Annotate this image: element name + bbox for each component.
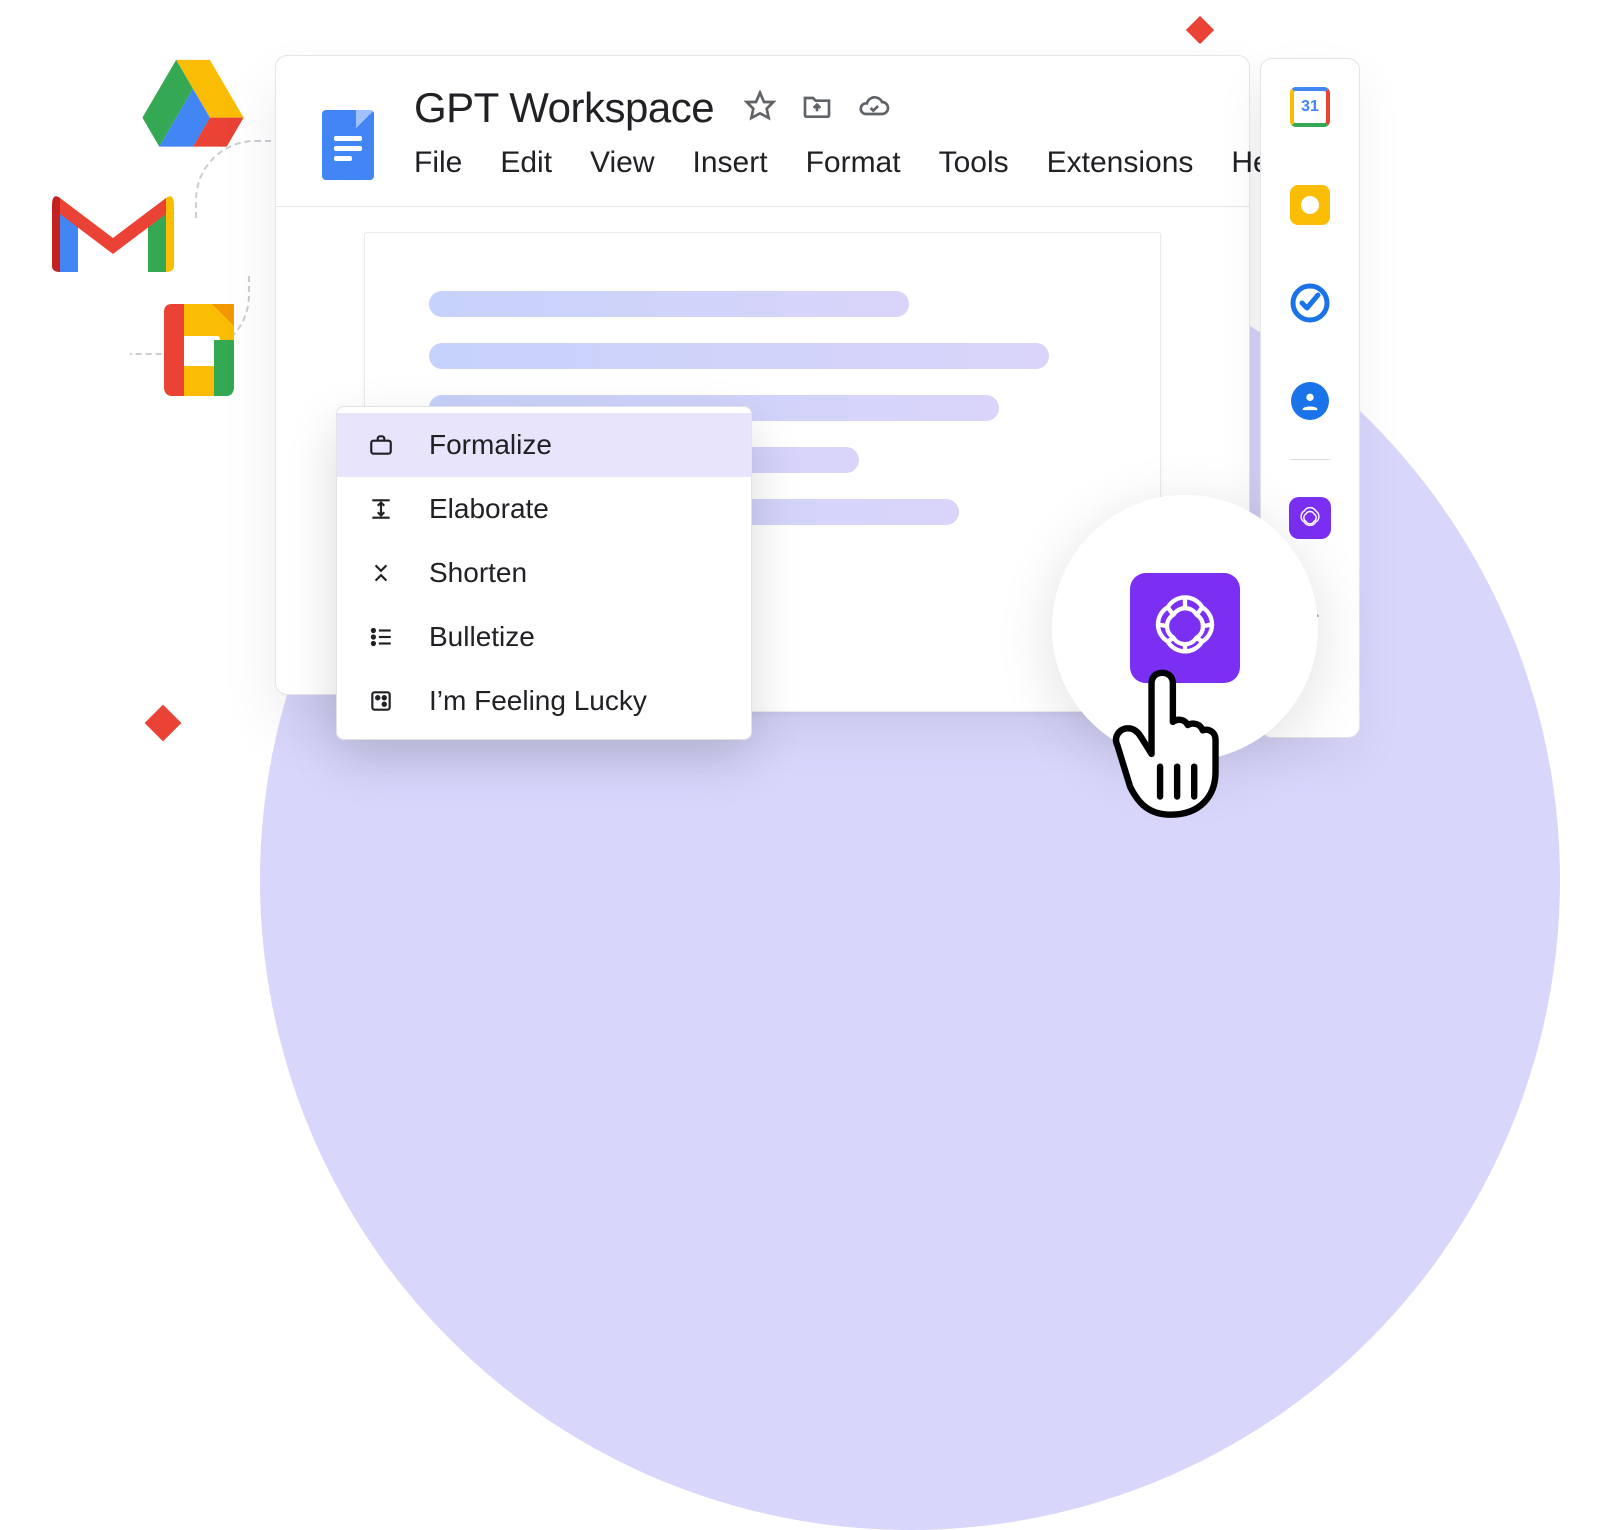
google-calendar-icon: 31 (1290, 87, 1330, 127)
menu-item-bulletize[interactable]: Bulletize (337, 605, 751, 669)
gpt-context-menu: Formalize Elaborate Shorten Bulletize I’… (336, 406, 752, 740)
menu-extensions[interactable]: Extensions (1047, 146, 1194, 180)
menu-item-label: Shorten (429, 557, 527, 589)
menu-tools[interactable]: Tools (939, 146, 1009, 180)
list-icon (367, 623, 395, 651)
google-contacts-icon (1291, 382, 1329, 420)
move-to-drive-icon[interactable] (801, 90, 833, 127)
side-tasks-button[interactable] (1288, 281, 1332, 325)
menu-item-label: Formalize (429, 429, 552, 461)
calendar-day-number: 31 (1294, 91, 1326, 123)
menu-item-label: Bulletize (429, 621, 535, 653)
google-slides-icon (160, 300, 238, 400)
google-docs-icon (322, 110, 374, 180)
document-title[interactable]: GPT Workspace (414, 84, 714, 132)
menu-insert[interactable]: Insert (693, 146, 768, 180)
google-keep-icon (1290, 185, 1330, 225)
briefcase-icon (367, 431, 395, 459)
star-icon[interactable] (744, 90, 776, 127)
menu-format[interactable]: Format (806, 146, 901, 180)
side-divider (1290, 459, 1330, 460)
cursor-hand-icon (1110, 660, 1240, 825)
collapse-vertical-icon (367, 559, 395, 587)
gpt-icon (1149, 592, 1221, 664)
menu-edit[interactable]: Edit (500, 146, 552, 180)
menu-item-label: I’m Feeling Lucky (429, 685, 647, 717)
text-placeholder (429, 343, 1049, 369)
menu-item-feeling-lucky[interactable]: I’m Feeling Lucky (337, 669, 751, 733)
menu-view[interactable]: View (590, 146, 654, 180)
expand-vertical-icon (367, 495, 395, 523)
google-tasks-icon (1290, 283, 1330, 323)
menu-item-elaborate[interactable]: Elaborate (337, 477, 751, 541)
menu-file[interactable]: File (414, 146, 462, 180)
menu-item-formalize[interactable]: Formalize (337, 413, 751, 477)
menu-item-shorten[interactable]: Shorten (337, 541, 751, 605)
divider (276, 206, 1249, 207)
menu-item-label: Elaborate (429, 493, 549, 525)
menu-bar: File Edit View Insert Format Tools Exten… (414, 132, 1293, 206)
dice-icon (367, 687, 395, 715)
side-contacts-button[interactable] (1288, 379, 1332, 423)
google-drive-icon (140, 55, 246, 149)
text-placeholder (429, 291, 909, 317)
side-keep-button[interactable] (1288, 183, 1332, 227)
confetti-diamond (1186, 16, 1214, 44)
gmail-icon (48, 178, 178, 276)
side-calendar-button[interactable]: 31 (1288, 85, 1332, 129)
side-gpt-button[interactable] (1288, 496, 1332, 540)
cloud-status-icon[interactable] (858, 90, 890, 127)
gpt-icon (1289, 497, 1331, 539)
confetti-diamond (145, 705, 182, 742)
